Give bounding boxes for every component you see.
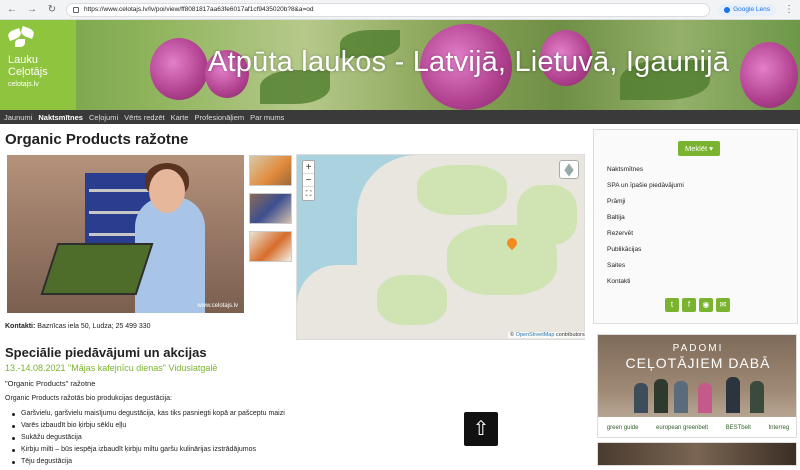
menu-item-profesionaliem[interactable]: Profesionāļiem	[195, 113, 245, 122]
osm-link[interactable]: OpenStreetMap	[516, 332, 555, 338]
banner-title: Atpūta laukos - Latvijā, Lietuvā, Igauni…	[208, 46, 730, 78]
list-item: Sukāžu degustācija	[12, 434, 285, 441]
menu-item-par-mums[interactable]: Par mums	[250, 113, 284, 122]
search-dropdown-button[interactable]: Meklēt ▾	[678, 141, 720, 156]
email-icon[interactable]: ✉	[716, 298, 730, 312]
sidebar-link-rezervet[interactable]: Rezervēt	[607, 230, 684, 246]
hiker-image	[674, 381, 688, 413]
clover-flower-image	[150, 38, 208, 100]
partner-logo: BESTbelt	[725, 425, 751, 431]
list-item: Tēju degustācija	[12, 458, 285, 465]
rss-icon[interactable]: ◉	[699, 298, 713, 312]
sidebar-link-publikacijas[interactable]: Publikācijas	[607, 246, 684, 262]
face-image	[149, 169, 185, 213]
list-item: Ķirbju milti – būs iespēja izbaudīt ķirb…	[12, 446, 285, 453]
ad-title-line2: CEĻOTĀJIEM DABĀ	[625, 355, 771, 371]
twitter-icon[interactable]: t	[665, 298, 679, 312]
gallery-thumb-2[interactable]	[249, 193, 292, 224]
site-info-icon[interactable]	[73, 6, 79, 13]
hiker-image	[750, 381, 764, 413]
main-menu: Jaunumi Naktsmītnes Ceļojumi Vērts redzē…	[0, 110, 800, 124]
event-title: 13.-14.08.2021 "Mājas kafejnīcu dienas" …	[5, 363, 218, 373]
lens-label: Google Lens	[733, 6, 770, 13]
map-zoom-control: + − ⛶	[302, 160, 315, 201]
contacts-label: Kontakti:	[5, 323, 36, 330]
header-banner: Lauku Ceļotājs celotajs.lv Atpūta laukos…	[0, 20, 800, 110]
url-text: https://www.celotajs.lv/lv/poi/view/ff80…	[84, 6, 314, 13]
sidebar-link-saites[interactable]: Saites	[607, 262, 684, 278]
partner-logo: green guide	[606, 425, 639, 431]
logo-line1: Lauku	[8, 54, 38, 66]
hiker-image	[726, 377, 740, 413]
site-logo[interactable]: Lauku Ceļotājs celotajs.lv	[0, 20, 76, 110]
butterfly-leaf-icon	[6, 26, 36, 50]
location-map[interactable]	[296, 154, 585, 340]
forward-icon[interactable]: →	[26, 4, 38, 15]
sidebar-link-kontakti[interactable]: Kontakti	[607, 278, 684, 294]
main-photo[interactable]: www.celotajs.lv	[7, 155, 244, 313]
map-forest	[517, 185, 577, 245]
social-links: t f ◉ ✉	[665, 298, 730, 312]
photo-watermark: www.celotajs.lv	[197, 303, 238, 309]
ad-banner-nature-tips[interactable]: PADOMI CEĻOTĀJIEM DABĀ green guide europ…	[597, 334, 797, 438]
zoom-out-button[interactable]: −	[303, 174, 314, 187]
list-item: Garšvielu, garšvielu maisījumu degustāci…	[12, 410, 285, 417]
address-bar[interactable]: https://www.celotajs.lv/lv/poi/view/ff80…	[66, 2, 711, 17]
sidebar-links: Naktsmītnes SPA un īpašie piedāvājumi Pr…	[607, 166, 684, 294]
zoom-in-button[interactable]: +	[303, 161, 314, 174]
event-description: Organic Products ražotās bio produkcijas…	[5, 395, 172, 402]
menu-item-naktsmitnes[interactable]: Naktsmītnes	[38, 113, 83, 122]
list-item: Varēs izbaudīt bio ķirbju sēklu eļļu	[12, 422, 285, 429]
event-subtitle: "Organic Products" ražotne	[5, 379, 96, 388]
hiker-image	[634, 383, 648, 413]
herb-tray-image	[40, 243, 154, 295]
reload-icon[interactable]: ↻	[46, 4, 58, 15]
scroll-to-top-button[interactable]: ⇧	[464, 412, 498, 446]
shelf-image	[89, 189, 151, 192]
lens-icon	[724, 6, 731, 13]
menu-item-karte[interactable]: Karte	[171, 113, 189, 122]
fullscreen-icon[interactable]: ⛶	[303, 187, 314, 200]
special-offers-title: Speciālie piedāvājumi un akcijas	[5, 345, 207, 360]
contacts-value: Baznīcas iela 50, Ludza; 25 499 330	[37, 323, 151, 330]
page-title: Organic Products ražotne	[5, 131, 189, 148]
ad-banner-forest[interactable]	[597, 442, 797, 466]
gallery-thumb-3[interactable]	[249, 231, 292, 262]
clover-flower-image	[740, 42, 798, 108]
google-lens-button[interactable]: Google Lens	[718, 3, 776, 16]
sidebar-link-baltija[interactable]: Baltija	[607, 214, 684, 230]
hiker-image	[698, 383, 712, 413]
contacts: Kontakti: Baznīcas iela 50, Ludza; 25 49…	[5, 323, 151, 330]
ad-partner-logos: green guide european greenbelt BESTbelt …	[598, 417, 796, 437]
map-attribution: © OpenStreetMap contributors	[508, 332, 587, 338]
sidebar-link-pramji[interactable]: Prāmji	[607, 198, 684, 214]
attribution-symbol: ©	[510, 332, 515, 338]
attribution-tail: contributors	[555, 332, 585, 338]
menu-item-jaunumi[interactable]: Jaunumi	[4, 113, 32, 122]
browser-menu-icon[interactable]: ⋮	[784, 4, 794, 15]
logo-line3: celotajs.lv	[8, 81, 39, 88]
event-items: Garšvielu, garšvielu maisījumu degustāci…	[12, 410, 285, 470]
map-forest	[377, 275, 447, 325]
facebook-icon[interactable]: f	[682, 298, 696, 312]
caret-down-icon: ▾	[709, 144, 713, 153]
arrow-up-icon: ⇧	[472, 418, 490, 440]
menu-item-celojumi[interactable]: Ceļojumi	[89, 113, 118, 122]
hiker-image	[654, 379, 668, 413]
menu-item-verts-redzet[interactable]: Vērts redzēt	[124, 113, 164, 122]
map-layers-icon[interactable]	[559, 160, 579, 179]
map-forest	[417, 165, 507, 215]
sidebar-link-naktsmitnes[interactable]: Naktsmītnes	[607, 166, 684, 182]
gallery-thumb-1[interactable]	[249, 155, 292, 186]
logo-line2: Ceļotājs	[8, 66, 48, 78]
sidebar-link-spa[interactable]: SPA un īpašie piedāvājumi	[607, 182, 684, 198]
partner-logo: european greenbelt	[656, 425, 709, 431]
browser-toolbar: ← → ↻ https://www.celotajs.lv/lv/poi/vie…	[0, 0, 800, 20]
partner-logo: Interreg	[768, 425, 790, 431]
ad-title-line1: PADOMI	[672, 343, 724, 354]
back-icon[interactable]: ←	[6, 4, 18, 15]
search-button-label: Meklēt	[685, 144, 708, 153]
